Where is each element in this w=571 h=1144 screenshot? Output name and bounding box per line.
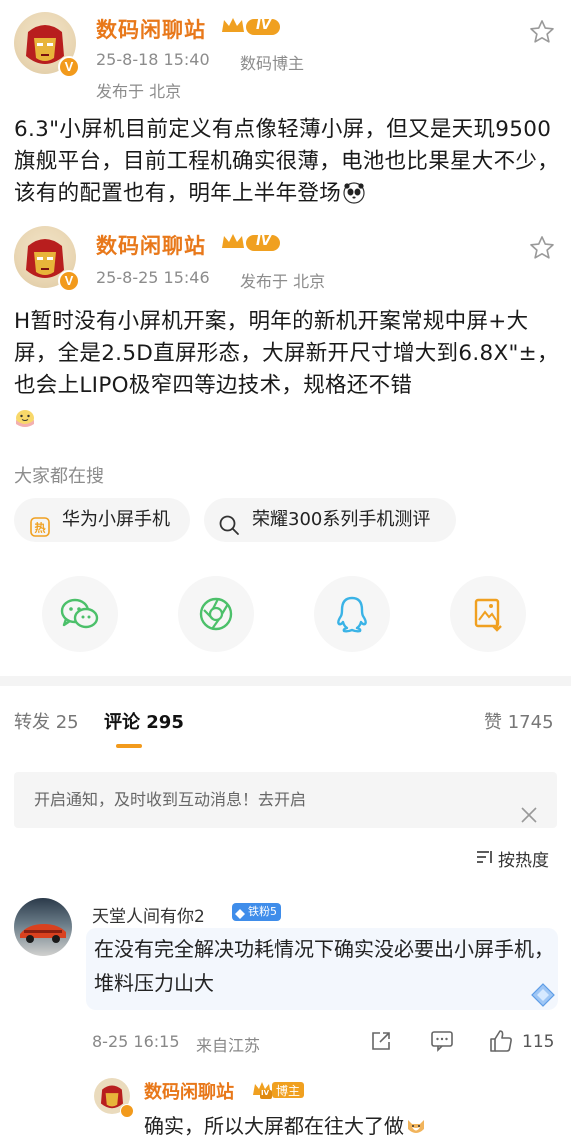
verified-badge: V — [58, 270, 80, 292]
level-badge: IV — [220, 232, 282, 254]
active-tab-indicator — [116, 744, 142, 748]
comment-time: 8-25 16:15 — [92, 1032, 180, 1051]
section-divider — [0, 676, 571, 686]
level-badge: IV — [220, 16, 282, 38]
reply-text: 确实，所以大屏都在往大了做 — [144, 1110, 427, 1139]
tab-likes[interactable]: 赞 1745 — [484, 708, 554, 734]
like-comment-icon[interactable] — [488, 1028, 514, 1054]
hot-search-icon: 热 — [30, 510, 50, 537]
author-name[interactable]: 数码闲聊站 — [96, 230, 206, 260]
sort-by-hot-button[interactable]: 按热度 — [476, 846, 549, 871]
favorite-star-icon[interactable] — [528, 18, 556, 46]
like-count: 1745 — [507, 712, 554, 733]
share-wechat-button[interactable] — [42, 576, 118, 652]
notification-banner[interactable]: 开启通知，及时收到互动消息！去开启 — [14, 772, 557, 828]
author-avatar[interactable]: V — [14, 12, 80, 78]
car-avatar-image — [20, 924, 66, 943]
author-avatar[interactable]: V — [14, 226, 80, 292]
dog-emoji-icon — [405, 1115, 427, 1137]
comment-count: 295 — [146, 712, 184, 733]
sort-icon — [476, 848, 494, 866]
fan-badge: 铁粉5 — [232, 903, 281, 921]
search-chip-label: 荣耀300系列手机测评 — [252, 509, 431, 530]
close-icon[interactable] — [520, 791, 538, 823]
verified-badge: V — [58, 56, 80, 78]
tab-repost[interactable]: 转发 25 — [14, 708, 79, 734]
comment-text: 在没有完全解决功耗情况下确实没必要出小屏手机，堆料压力山大 — [94, 937, 554, 995]
qq-icon — [337, 596, 367, 633]
post-body: 6.3"小屏机目前定义有点像轻薄小屏，但又是天玑9500旗舰平台，目前工程机确实… — [14, 117, 560, 206]
reply-author-name[interactable]: 数码闲聊站 — [144, 1078, 234, 1104]
verified-badge — [120, 1104, 134, 1118]
post-date: 25-8-18 15:40 — [96, 50, 210, 69]
favorite-star-icon[interactable] — [528, 234, 556, 262]
notification-text: 开启通知，及时收到互动消息！去开启 — [34, 790, 307, 809]
save-image-button[interactable] — [450, 576, 526, 652]
hot-badge-text: 热 — [35, 521, 46, 535]
melting-emoji-icon — [14, 406, 36, 428]
share-moments-button[interactable] — [178, 576, 254, 652]
post-date: 25-8-25 15:46 — [96, 268, 210, 287]
search-chip-label: 华为小屏手机 — [62, 509, 170, 530]
search-chip-huawei[interactable]: 热 华为小屏手机 — [14, 498, 190, 542]
author-name[interactable]: 数码闲聊站 — [96, 14, 206, 44]
commenter-name[interactable]: 天堂人间有你2 — [92, 902, 205, 927]
share-comment-icon[interactable] — [370, 1030, 392, 1052]
author-role: 数码博主 — [240, 54, 305, 73]
search-section-label: 大家都在搜 — [14, 466, 104, 487]
reply-level-badge: IV 博主 — [252, 1080, 304, 1100]
sparkle-diamond-icon — [528, 980, 558, 1010]
panda-emoji-icon — [343, 182, 365, 204]
search-icon — [218, 509, 240, 535]
tab-comments[interactable]: 评论 295 — [104, 708, 184, 734]
comment-like-count: 115 — [522, 1032, 555, 1052]
diamond-icon — [235, 907, 245, 919]
reply-comment-icon[interactable] — [430, 1030, 454, 1052]
share-qq-button[interactable] — [314, 576, 390, 652]
post-location: 发布于 北京 — [240, 272, 326, 291]
search-chip-honor[interactable]: 荣耀300系列手机测评 — [204, 498, 456, 542]
repost-count: 25 — [55, 712, 79, 733]
post-body: H暂时没有小屏机开案，明年的新机开案常规中屏+大屏，全是2.5D直屏形态，大屏新… — [14, 306, 559, 434]
post-location: 发布于 北京 — [96, 82, 182, 101]
reply-author-avatar[interactable] — [94, 1078, 134, 1118]
moments-icon — [199, 597, 233, 631]
wechat-icon — [60, 598, 99, 629]
commenter-avatar[interactable] — [14, 898, 72, 956]
comment-location: 来自江苏 — [196, 1036, 261, 1055]
save-image-icon — [474, 598, 502, 632]
